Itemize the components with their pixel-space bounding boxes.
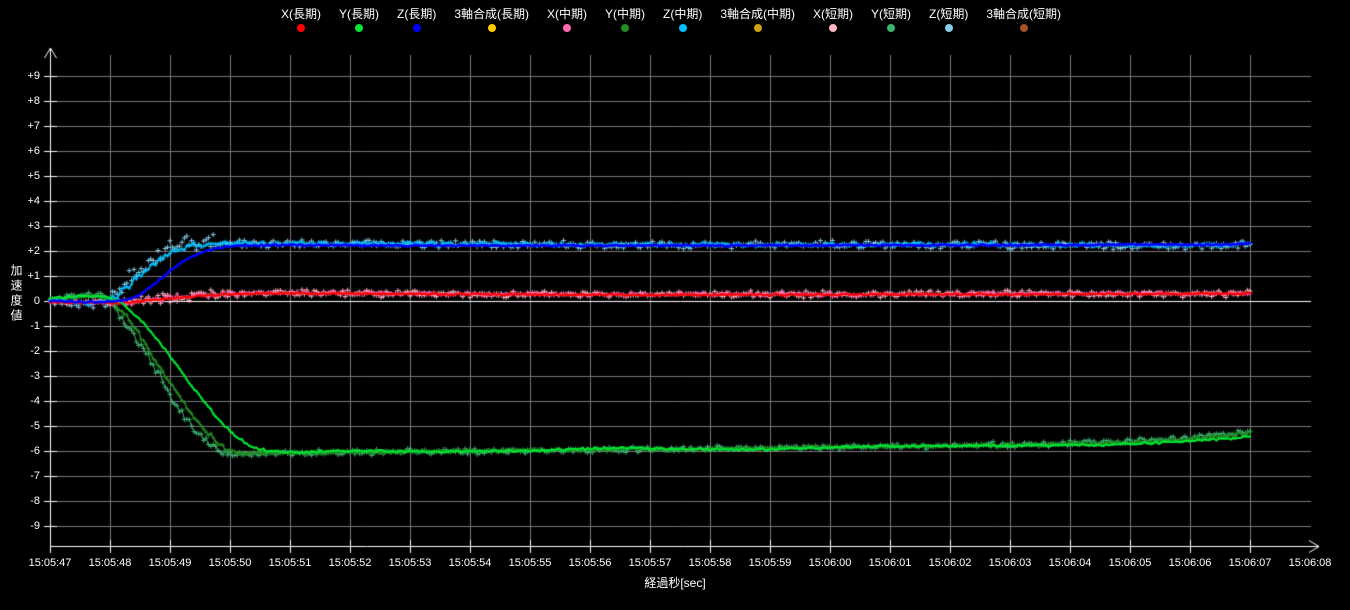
legend-color-dot-icon — [679, 24, 687, 32]
y-tick-label: -7 — [0, 469, 40, 483]
x-tick-label: 15:05:56 — [558, 556, 622, 570]
legend-item-label: Y(中期) — [605, 8, 645, 21]
legend-item-label: 3軸合成(短期) — [986, 8, 1061, 21]
y-tick-label: +7 — [0, 119, 40, 133]
y-tick-label: +5 — [0, 169, 40, 183]
x-tick-label: 15:06:07 — [1218, 556, 1282, 570]
y-tick-label: -4 — [0, 394, 40, 408]
legend-color-dot-icon — [945, 24, 953, 32]
legend-item-label: 3軸合成(中期) — [720, 8, 795, 21]
legend-color-dot-icon — [563, 24, 571, 32]
x-tick-label: 15:05:48 — [78, 556, 142, 570]
legend-color-dot-icon — [413, 24, 421, 32]
x-tick-label: 15:06:01 — [858, 556, 922, 570]
legend-item: 3軸合成(長期) — [454, 8, 529, 32]
legend-color-dot-icon — [621, 24, 629, 32]
y-tick-label: -2 — [0, 344, 40, 358]
y-tick-label: +6 — [0, 144, 40, 158]
y-tick-label: -8 — [0, 494, 40, 508]
legend-item: 3軸合成(短期) — [986, 8, 1061, 32]
legend-item: Z(短期) — [929, 8, 968, 32]
y-tick-label: +9 — [0, 69, 40, 83]
legend: X(長期) Y(長期) Z(長期) 3軸合成(長期) X(中期) Y(中期) Z… — [0, 8, 1346, 32]
x-tick-label: 15:06:00 — [798, 556, 862, 570]
legend-color-dot-icon — [355, 24, 363, 32]
y-tick-label: -6 — [0, 444, 40, 458]
acceleration-chart: X(長期) Y(長期) Z(長期) 3軸合成(長期) X(中期) Y(中期) Z… — [0, 0, 1350, 610]
legend-color-dot-icon — [829, 24, 837, 32]
y-tick-label: +4 — [0, 194, 40, 208]
legend-item: Y(長期) — [339, 8, 379, 32]
legend-color-dot-icon — [754, 24, 762, 32]
legend-item-label: Z(中期) — [663, 8, 702, 21]
legend-item: X(中期) — [547, 8, 587, 32]
x-tick-label: 15:05:59 — [738, 556, 802, 570]
y-tick-label: +3 — [0, 219, 40, 233]
y-tick-label: +2 — [0, 244, 40, 258]
legend-item: Z(長期) — [397, 8, 436, 32]
x-tick-label: 15:06:05 — [1098, 556, 1162, 570]
legend-item: X(長期) — [281, 8, 321, 32]
x-tick-label: 15:06:03 — [978, 556, 1042, 570]
legend-item-label: X(長期) — [281, 8, 321, 21]
x-axis-title: 経過秒[sec] — [0, 574, 1350, 591]
y-tick-label: -9 — [0, 519, 40, 533]
legend-item: Z(中期) — [663, 8, 702, 32]
y-tick-label: -3 — [0, 369, 40, 383]
x-tick-label: 15:05:50 — [198, 556, 262, 570]
legend-item-label: X(短期) — [813, 8, 853, 21]
legend-item-label: X(中期) — [547, 8, 587, 21]
legend-color-dot-icon — [887, 24, 895, 32]
x-tick-label: 15:05:55 — [498, 556, 562, 570]
x-tick-label: 15:05:51 — [258, 556, 322, 570]
x-tick-label: 15:06:08 — [1278, 556, 1342, 570]
legend-item: Y(中期) — [605, 8, 645, 32]
x-tick-label: 15:06:04 — [1038, 556, 1102, 570]
legend-item: X(短期) — [813, 8, 853, 32]
legend-item-label: Y(短期) — [871, 8, 911, 21]
y-axis-title: 加速度値 — [8, 264, 25, 324]
legend-color-dot-icon — [297, 24, 305, 32]
plot-canvas — [0, 0, 1350, 610]
legend-item-label: Y(長期) — [339, 8, 379, 21]
x-tick-label: 15:05:53 — [378, 556, 442, 570]
x-tick-label: 15:05:58 — [678, 556, 742, 570]
x-tick-label: 15:05:47 — [18, 556, 82, 570]
x-tick-label: 15:05:49 — [138, 556, 202, 570]
legend-item: Y(短期) — [871, 8, 911, 32]
x-tick-label: 15:05:54 — [438, 556, 502, 570]
legend-item-label: 3軸合成(長期) — [454, 8, 529, 21]
x-tick-label: 15:05:57 — [618, 556, 682, 570]
y-tick-label: +8 — [0, 94, 40, 108]
legend-item-label: Z(短期) — [929, 8, 968, 21]
x-tick-label: 15:06:02 — [918, 556, 982, 570]
y-tick-label: -5 — [0, 419, 40, 433]
x-tick-label: 15:06:06 — [1158, 556, 1222, 570]
legend-item-label: Z(長期) — [397, 8, 436, 21]
legend-color-dot-icon — [488, 24, 496, 32]
legend-color-dot-icon — [1020, 24, 1028, 32]
legend-item: 3軸合成(中期) — [720, 8, 795, 32]
x-tick-label: 15:05:52 — [318, 556, 382, 570]
